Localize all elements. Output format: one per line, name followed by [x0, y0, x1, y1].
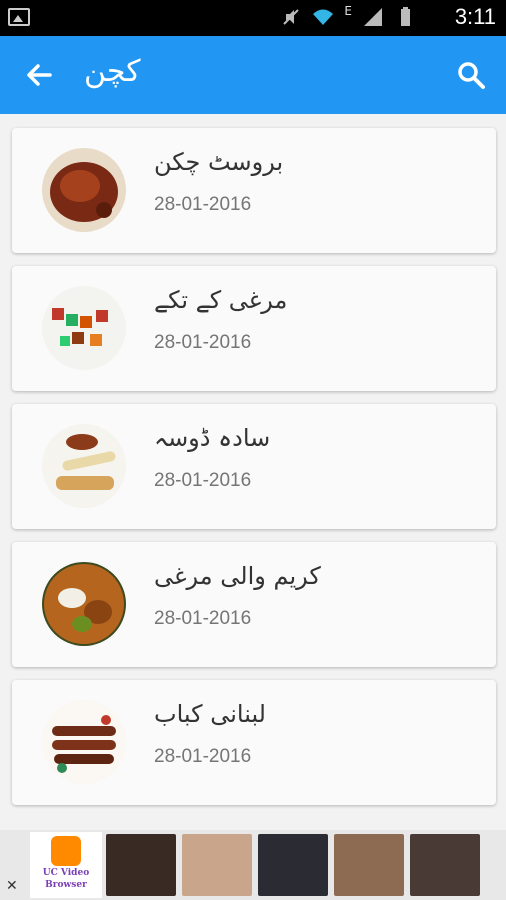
ad-brand-line1: UC Video [42, 868, 90, 878]
recipe-card[interactable]: سادہ ڈوسہ 28-01-2016 [12, 404, 496, 529]
back-arrow-icon[interactable] [24, 60, 54, 90]
close-icon[interactable]: ✕ [6, 878, 18, 894]
recipe-thumbnail [42, 148, 126, 232]
ad-photo [334, 834, 404, 896]
gallery-notification-icon [8, 8, 30, 26]
recipe-name: سادہ ڈوسہ [154, 424, 271, 452]
recipe-name: بروسٹ چکن [154, 148, 284, 176]
recipe-date: 28-01-2016 [154, 608, 252, 629]
recipe-date: 28-01-2016 [154, 332, 252, 353]
recipe-card[interactable]: بروسٹ چکن 28-01-2016 [12, 128, 496, 253]
recipe-thumbnail [42, 424, 126, 508]
recipe-date: 28-01-2016 [154, 194, 252, 215]
ad-brand-line2: Browser [45, 880, 87, 890]
recipe-name: کریم والی مرغی [154, 562, 321, 590]
search-icon[interactable] [456, 60, 486, 90]
recipe-thumbnail [42, 562, 126, 646]
ad-banner[interactable]: ✕ UC Video Browser [0, 830, 506, 900]
wifi-icon [313, 9, 334, 25]
app-bar: کچن [0, 36, 506, 114]
ad-photo [410, 834, 480, 896]
network-type-label: E [344, 4, 352, 18]
mute-icon [283, 9, 300, 25]
clock: 3:11 [454, 4, 496, 29]
recipe-card[interactable]: لبنانی کباب 28-01-2016 [12, 680, 496, 805]
ad-photo [258, 834, 328, 896]
page-title: کچن [84, 54, 141, 89]
recipe-name: لبنانی کباب [154, 700, 266, 728]
recipe-date: 28-01-2016 [154, 746, 252, 767]
recipe-thumbnail [42, 286, 126, 370]
status-bar: E 3:11 [0, 0, 506, 36]
recipe-date: 28-01-2016 [154, 470, 252, 491]
uc-browser-logo-icon [51, 836, 81, 866]
recipe-name: مرغی کے تکے [154, 286, 288, 314]
ad-photo [182, 834, 252, 896]
battery-icon [401, 7, 410, 26]
signal-icon [364, 8, 382, 26]
ad-photo [106, 834, 176, 896]
ad-brand: UC Video Browser [30, 832, 102, 898]
recipe-card[interactable]: مرغی کے تکے 28-01-2016 [12, 266, 496, 391]
status-icons: E [280, 4, 416, 28]
recipe-thumbnail [42, 700, 126, 784]
recipe-card[interactable]: کریم والی مرغی 28-01-2016 [12, 542, 496, 667]
